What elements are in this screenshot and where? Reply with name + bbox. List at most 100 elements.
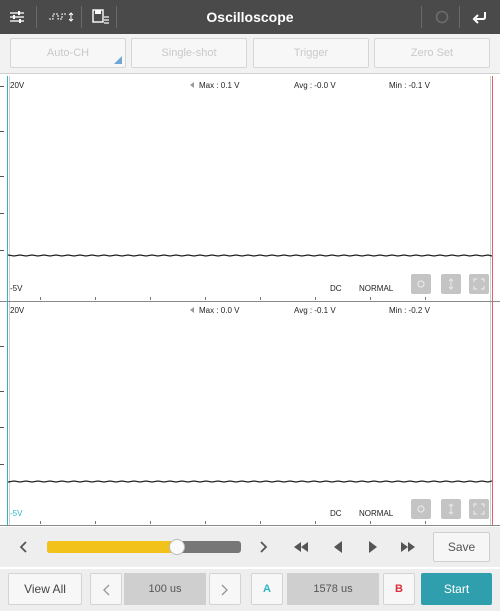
- channel-2-bottom-scale: -5V: [10, 509, 23, 518]
- channel-1-waveform: [8, 254, 492, 257]
- zero-set-button[interactable]: Zero Set: [374, 38, 490, 68]
- channel-2-coupling: DC: [330, 509, 342, 518]
- channel-2-panel: 20V Max : 0.0 V Avg : -0.1 V Min : -0.2 …: [0, 302, 500, 525]
- view-all-button[interactable]: View All: [8, 573, 82, 605]
- chevron-right-icon: [260, 541, 268, 553]
- title-bar: Oscilloscope: [0, 0, 500, 34]
- slider-prev-button[interactable]: [13, 537, 33, 557]
- cursor-delta-value: 1578 us: [287, 573, 379, 605]
- playback-slider-fill: [47, 541, 177, 553]
- x-tick: [205, 297, 206, 300]
- gear-icon: [417, 280, 425, 288]
- panel-frame-left: [9, 302, 10, 525]
- y-tick: [0, 346, 4, 347]
- auto-ch-button[interactable]: Auto-CH: [10, 38, 126, 68]
- x-tick: [260, 521, 261, 524]
- back-icon[interactable]: [465, 0, 495, 34]
- playback-slider-knob[interactable]: [168, 539, 185, 555]
- single-shot-button[interactable]: Single-shot: [131, 38, 247, 68]
- trigger-button[interactable]: Trigger: [253, 38, 369, 68]
- x-tick: [40, 521, 41, 524]
- channel-2-mode: NORMAL: [359, 509, 394, 518]
- time-decrease-button[interactable]: [90, 573, 122, 605]
- dropdown-corner-icon: [114, 56, 122, 64]
- trigger-label: Trigger: [293, 47, 329, 59]
- title-separator: [421, 6, 422, 28]
- channel-1-bottom-scale: -5V: [10, 284, 23, 293]
- marker-icon: [190, 82, 194, 88]
- channel-1-mode: NORMAL: [359, 284, 394, 293]
- channel-2-waveform: [8, 480, 492, 483]
- channel-1-min: Min : -0.1 V: [389, 81, 430, 90]
- save-button[interactable]: Save: [433, 532, 490, 562]
- auto-ch-label: Auto-CH: [46, 47, 90, 59]
- zero-set-label: Zero Set: [410, 47, 454, 59]
- x-tick: [315, 521, 316, 524]
- y-tick: [0, 464, 4, 465]
- y-tick: [0, 391, 4, 392]
- x-tick: [370, 297, 371, 300]
- single-shot-label: Single-shot: [161, 47, 217, 59]
- cursor-b-button[interactable]: B: [383, 573, 415, 605]
- channel-1-coupling: DC: [330, 284, 342, 293]
- panel-frame-right: [490, 76, 491, 301]
- chevron-right-icon: [221, 584, 228, 596]
- bottom-bar: View All 100 us A 1578 us B Start: [0, 569, 500, 611]
- channel-2-max: Max : 0.0 V: [199, 306, 240, 315]
- gear-icon: [417, 505, 425, 513]
- panel-frame-left: [9, 76, 10, 301]
- x-tick: [425, 297, 426, 300]
- channel-b-edge-line: [492, 76, 493, 301]
- fast-rewind-button[interactable]: [290, 537, 312, 557]
- y-tick: [0, 427, 4, 428]
- fullscreen-icon: [473, 503, 485, 515]
- channel-2-min: Min : -0.2 V: [389, 306, 430, 315]
- channel-1-scale-button[interactable]: [441, 274, 461, 294]
- channel-b-edge-line: [492, 302, 493, 525]
- y-tick: [0, 250, 4, 251]
- channel-1-avg: Avg : -0.0 V: [294, 81, 336, 90]
- panel-divider: [0, 525, 500, 526]
- channel-1-panel: 20V Max : 0.1 V Avg : -0.0 V Min : -0.1 …: [0, 76, 500, 301]
- x-tick: [150, 297, 151, 300]
- time-increase-button[interactable]: [209, 573, 241, 605]
- step-back-button[interactable]: [327, 537, 349, 557]
- x-tick: [425, 521, 426, 524]
- time-div-value: 100 us: [124, 573, 206, 605]
- chevron-left-icon: [19, 541, 27, 553]
- y-tick: [0, 131, 4, 132]
- mode-toolbar: Auto-CH Single-shot Trigger Zero Set: [0, 34, 500, 74]
- x-tick: [205, 521, 206, 524]
- channel-2-top-scale: 20V: [10, 306, 25, 315]
- channel-2-scale-button[interactable]: [441, 499, 461, 519]
- channel-1-settings-button[interactable]: [411, 274, 431, 294]
- channel-2-fullscreen-button[interactable]: [469, 499, 489, 519]
- panel-frame-right: [490, 302, 491, 525]
- step-back-icon: [334, 541, 342, 553]
- channel-a-edge-line: [7, 302, 8, 525]
- y-tick: [0, 86, 4, 87]
- fast-forward-button[interactable]: [397, 537, 419, 557]
- playback-controls: Save: [0, 527, 500, 567]
- playback-slider[interactable]: [47, 539, 241, 555]
- x-tick: [150, 521, 151, 524]
- chevron-left-icon: [103, 584, 110, 596]
- fullscreen-icon: [473, 278, 485, 290]
- refresh-icon[interactable]: [427, 0, 457, 34]
- channel-1-fullscreen-button[interactable]: [469, 274, 489, 294]
- marker-icon: [190, 307, 194, 313]
- page-title: Oscilloscope: [206, 9, 294, 25]
- vertical-arrows-icon: [448, 503, 454, 515]
- x-tick: [40, 297, 41, 300]
- x-tick: [370, 521, 371, 524]
- channel-2-avg: Avg : -0.1 V: [294, 306, 336, 315]
- x-tick: [95, 297, 96, 300]
- slider-next-button[interactable]: [254, 537, 274, 557]
- x-tick: [260, 297, 261, 300]
- channel-2-settings-button[interactable]: [411, 499, 431, 519]
- step-forward-button[interactable]: [362, 537, 384, 557]
- y-tick: [0, 176, 4, 177]
- start-button[interactable]: Start: [421, 573, 492, 605]
- x-tick: [315, 297, 316, 300]
- cursor-a-button[interactable]: A: [251, 573, 283, 605]
